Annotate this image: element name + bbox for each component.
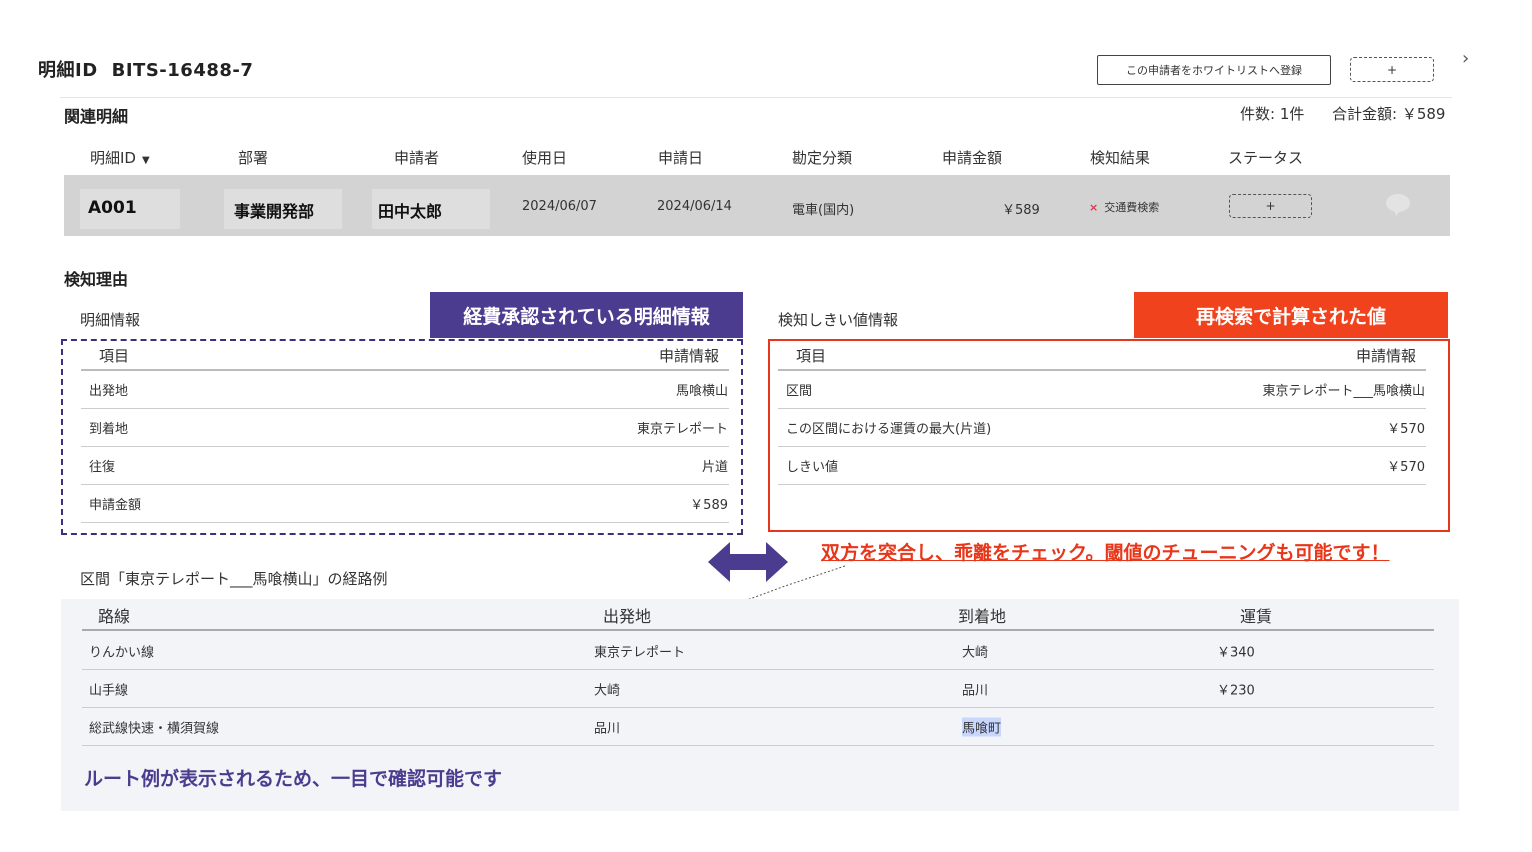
route-note: ルート例が表示されるため、一目で確認可能です: [84, 768, 503, 790]
threshold-info-title: 検知しきい値情報: [778, 311, 899, 329]
x-mark-icon: ×: [1089, 201, 1099, 214]
threshold-table-header: 項目 申請情報: [778, 341, 1426, 371]
route-head-line: 路線: [98, 607, 131, 626]
row-id[interactable]: A001: [88, 198, 137, 218]
callout-leader-line: [746, 565, 846, 601]
related-count: 件数: 1件: [1240, 105, 1305, 123]
threshold-value: 東京テレポート___馬喰横山: [1262, 384, 1425, 399]
detail-info-title: 明細情報: [80, 311, 141, 329]
detail-table: 項目 申請情報 出発地 馬喰横山 到着地 東京テレポート 往復 片道 申請金額 ￥589: [81, 341, 729, 523]
detail-key: 申請金額: [89, 498, 142, 513]
route-table-header: 路線 出発地 到着地 運賃: [82, 601, 1434, 631]
detail-head-value: 申請情報: [658, 346, 719, 365]
table-row: 出発地 馬喰横山: [81, 371, 729, 409]
threshold-table: 項目 申請情報 区間 東京テレポート___馬喰横山 この区間における運賃の最大(片…: [778, 341, 1426, 485]
row-detection-label: 交通費検索: [1104, 201, 1160, 214]
detail-value: 片道: [701, 460, 728, 475]
row-applicant: 田中太郎: [378, 202, 443, 221]
detail-value: ￥589: [690, 498, 728, 513]
threshold-head-item: 項目: [796, 346, 827, 365]
column-header-amount: 申請金額: [942, 149, 1003, 167]
column-header-use-date: 使用日: [522, 149, 568, 167]
page-title: 明細ID BITS-16488-7: [38, 56, 253, 82]
row-use-date: 2024/06/07: [522, 199, 597, 214]
table-row: 区間 東京テレポート___馬喰横山: [778, 371, 1426, 409]
threshold-key: この区間における運賃の最大(片道): [786, 422, 992, 437]
detail-table-header: 項目 申請情報: [81, 341, 729, 371]
row-apply-date: 2024/06/14: [657, 199, 732, 214]
table-row: りんかい線 東京テレポート 大崎 ￥340: [82, 632, 1434, 670]
column-header-category: 勘定分類: [792, 149, 853, 167]
route-fare: ￥340: [1217, 645, 1255, 660]
column-header-department: 部署: [238, 149, 269, 167]
route-title: 区間「東京テレポート___馬喰横山」の経路例: [80, 570, 388, 588]
route-line: りんかい線: [89, 645, 155, 660]
threshold-value: ￥570: [1387, 422, 1425, 437]
route-line: 山手線: [89, 683, 129, 698]
threshold-head-value: 申請情報: [1355, 346, 1416, 365]
header-divider: [60, 97, 1452, 98]
column-header-detection: 検知結果: [1090, 149, 1151, 167]
related-title: 関連明細: [64, 107, 129, 126]
route-to-selected: 馬喰町: [962, 717, 1002, 736]
table-row: 往復 片道: [81, 447, 729, 485]
threshold-value: ￥570: [1387, 460, 1425, 475]
route-line: 総武線快速・横須賀線: [89, 721, 220, 736]
table-row: この区間における運賃の最大(片道) ￥570: [778, 409, 1426, 447]
route-head-to: 到着地: [958, 607, 1007, 626]
route-from: 品川: [594, 721, 621, 736]
row-department: 事業開発部: [234, 202, 315, 221]
column-header-status: ステータス: [1228, 149, 1304, 167]
detail-key: 到着地: [89, 422, 129, 437]
threshold-key: 区間: [786, 384, 813, 399]
row-amount: ￥589: [1002, 203, 1040, 218]
route-from: 東京テレポート: [594, 645, 686, 660]
page-title-id: BITS-16488-7: [111, 60, 254, 81]
detail-key: 往復: [89, 460, 116, 475]
add-button[interactable]: +: [1350, 57, 1434, 82]
row-category: 電車(国内): [792, 203, 855, 218]
detail-key: 出発地: [89, 384, 129, 399]
table-row: 到着地 東京テレポート: [81, 409, 729, 447]
route-from: 大崎: [594, 683, 621, 698]
route-head-fare: 運賃: [1240, 607, 1273, 626]
route-to: 大崎: [962, 645, 989, 660]
comment-icon[interactable]: [1384, 193, 1412, 217]
whitelist-button[interactable]: この申請者をホワイトリストへ登録: [1097, 55, 1331, 85]
column-header-id-label: 明細ID: [90, 149, 136, 167]
route-fare: ￥230: [1217, 683, 1255, 698]
row-detection: × 交通費検索: [1089, 199, 1159, 215]
detail-banner: 経費承認されている明細情報: [430, 292, 743, 338]
detail-value: 馬喰横山: [675, 384, 728, 399]
table-row: 総武線快速・横須賀線 品川 馬喰町: [82, 708, 1434, 746]
table-row: しきい値 ￥570: [778, 447, 1426, 485]
detail-value: 東京テレポート: [636, 422, 728, 437]
table-row: 申請金額 ￥589: [81, 485, 729, 523]
threshold-key: しきい値: [786, 460, 839, 475]
route-head-from: 出発地: [603, 607, 652, 626]
column-header-applicant: 申請者: [394, 149, 440, 167]
column-header-apply-date: 申請日: [658, 149, 704, 167]
reason-title: 検知理由: [64, 270, 129, 289]
comparison-callout: 双方を突合し、乖離をチェック。閾値のチューニングも可能です！: [821, 542, 1390, 564]
table-row: 山手線 大崎 品川 ￥230: [82, 670, 1434, 708]
status-add-button[interactable]: +: [1229, 194, 1312, 218]
threshold-banner: 再検索で計算された値: [1134, 292, 1448, 338]
related-total: 合計金額: ￥589: [1332, 105, 1446, 123]
detail-head-item: 項目: [99, 346, 130, 365]
page-title-label: 明細ID: [38, 60, 98, 81]
chevron-right-icon[interactable]: ›: [1462, 48, 1469, 69]
column-header-id[interactable]: 明細ID ▼: [90, 147, 150, 168]
sort-caret-icon[interactable]: ▼: [142, 155, 150, 166]
route-to: 品川: [962, 683, 989, 698]
